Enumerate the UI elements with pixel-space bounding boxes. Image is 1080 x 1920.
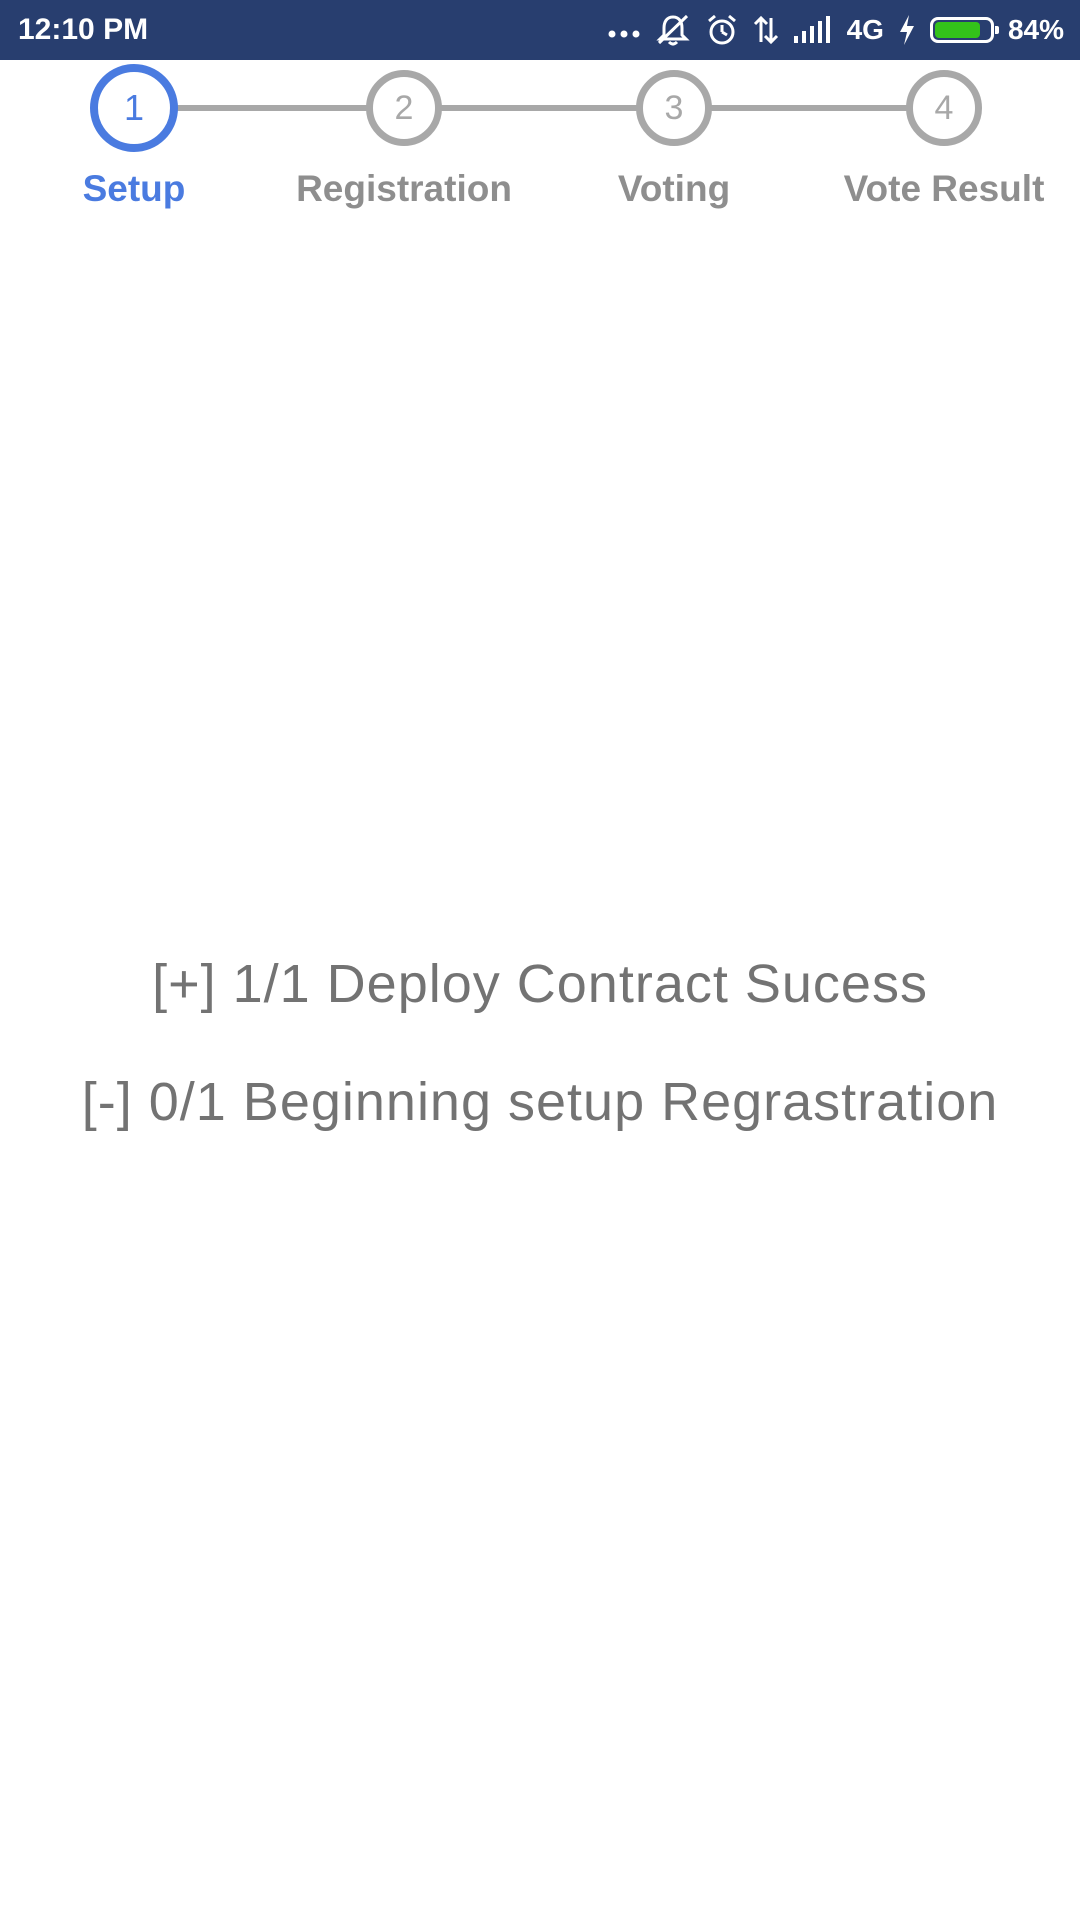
signal-icon — [793, 16, 833, 44]
step-number: 4 — [906, 70, 982, 146]
log-line-deploy: [+] 1/1 Deploy Contract Sucess — [152, 954, 928, 1014]
step-vote-result[interactable]: 4 Vote Result — [814, 60, 1074, 210]
status-time: 12:10 PM — [18, 13, 149, 46]
progress-stepper: 1 Setup 2 Registration 3 Voting 4 Vote R… — [0, 60, 1080, 230]
step-number: 2 — [366, 70, 442, 146]
step-label: Vote Result — [843, 168, 1045, 209]
step-number: 1 — [90, 64, 178, 152]
charging-icon — [898, 14, 916, 46]
mute-icon — [655, 13, 691, 47]
status-bar: 12:10 PM 4G 84% — [0, 0, 1080, 60]
data-transfer-icon — [753, 14, 779, 46]
alarm-icon — [705, 13, 739, 47]
step-number: 3 — [636, 70, 712, 146]
battery-percent: 84% — [1007, 14, 1064, 45]
step-label: Registration — [296, 168, 512, 209]
step-setup[interactable]: 1 Setup — [4, 60, 264, 210]
battery-level — [934, 22, 981, 38]
step-label: Setup — [82, 168, 186, 209]
more-dots-icon — [607, 20, 641, 40]
step-voting[interactable]: 3 Voting — [544, 60, 804, 210]
setup-log: [+] 1/1 Deploy Contract Sucess [-] 0/1 B… — [0, 955, 1080, 1191]
step-registration[interactable]: 2 Registration — [274, 60, 534, 210]
log-line-registration: [-] 0/1 Beginning setup Regrastration — [81, 1072, 999, 1132]
step-label: Voting — [617, 168, 731, 209]
status-icons: 4G 84% — [607, 0, 1064, 60]
battery-icon — [929, 17, 999, 43]
network-type: 4G — [846, 14, 884, 45]
